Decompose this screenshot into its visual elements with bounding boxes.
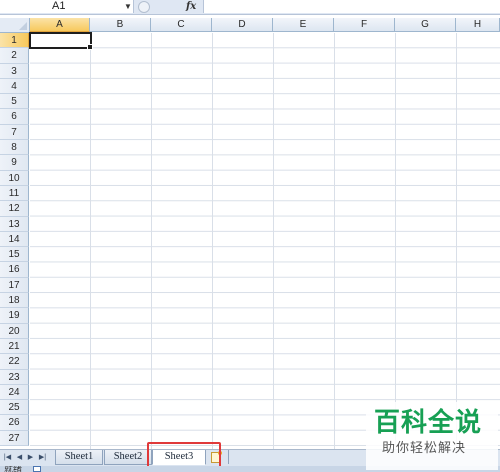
- prev-sheet-icon[interactable]: ◀: [15, 453, 24, 462]
- row-headers: 1 2 3 4 5 6 7 8 9 10 11 12 13 14 15 16 17 18 19 20 21 22 23 24 2…: [0, 33, 30, 447]
- column-header-g[interactable]: G: [395, 18, 456, 32]
- name-box[interactable]: A1 ▼: [0, 0, 134, 13]
- row-header-7[interactable]: 7: [0, 124, 29, 141]
- row-header-15[interactable]: 15: [0, 247, 29, 263]
- sheet-tab-sheet2[interactable]: Sheet2: [104, 450, 152, 465]
- row-header-24[interactable]: 24: [0, 384, 29, 401]
- status-ready-text: 就绪: [4, 466, 23, 472]
- row-header-14[interactable]: 14: [0, 231, 29, 248]
- sheet3-highlight-box: [147, 442, 221, 468]
- macro-record-icon[interactable]: [33, 466, 41, 472]
- row-header-11[interactable]: 11: [0, 185, 29, 202]
- select-all-button[interactable]: [0, 18, 30, 33]
- row-header-1[interactable]: 1: [0, 33, 29, 49]
- sheet-tab-sheet1[interactable]: Sheet1: [55, 450, 103, 465]
- row-header-2[interactable]: 2: [0, 48, 29, 64]
- row-header-12[interactable]: 12: [0, 201, 29, 217]
- row-header-22[interactable]: 22: [0, 354, 29, 370]
- row-header-6[interactable]: 6: [0, 109, 29, 125]
- chevron-down-icon[interactable]: ▼: [124, 0, 132, 13]
- row-header-17[interactable]: 17: [0, 277, 29, 294]
- row-header-8[interactable]: 8: [0, 140, 29, 156]
- row-header-16[interactable]: 16: [0, 262, 29, 278]
- active-cell-a1[interactable]: [29, 32, 92, 49]
- column-header-d[interactable]: D: [212, 18, 273, 32]
- watermark-logo: 百科全说 助你轻松解决: [366, 402, 498, 470]
- row-header-26[interactable]: 26: [0, 415, 29, 431]
- first-sheet-icon[interactable]: |◀: [3, 453, 12, 462]
- row-header-25[interactable]: 25: [0, 400, 29, 416]
- formula-bar: A1 ▼ fx: [0, 0, 500, 15]
- fill-handle[interactable]: [87, 44, 93, 50]
- row-header-3[interactable]: 3: [0, 63, 29, 79]
- row-header-9[interactable]: 9: [0, 155, 29, 171]
- column-header-e[interactable]: E: [273, 18, 334, 32]
- row-header-20[interactable]: 20: [0, 323, 29, 339]
- column-header-a[interactable]: A: [30, 18, 90, 32]
- row-header-21[interactable]: 21: [0, 338, 29, 355]
- row-header-4[interactable]: 4: [0, 78, 29, 95]
- row-header-23[interactable]: 23: [0, 369, 29, 385]
- row-header-5[interactable]: 5: [0, 94, 29, 110]
- column-header-f[interactable]: F: [334, 18, 395, 32]
- column-header-c[interactable]: C: [151, 18, 212, 32]
- next-sheet-icon[interactable]: ▶: [26, 453, 35, 462]
- worksheet-grid: ABCDEFGH 1 2 3 4 5 6 7 8 9 10 11 12 13 14 15 16 17 18 19 20…: [0, 15, 500, 449]
- row-header-10[interactable]: 10: [0, 170, 29, 186]
- row-header-13[interactable]: 13: [0, 216, 29, 232]
- name-box-value: A1: [52, 0, 66, 12]
- insert-function-icon[interactable]: fx: [186, 0, 196, 13]
- last-sheet-icon[interactable]: ▶|: [38, 453, 47, 462]
- watermark-subtitle: 助你轻松解决: [382, 441, 467, 456]
- column-headers: ABCDEFGH: [30, 18, 500, 33]
- formula-input[interactable]: [203, 0, 500, 13]
- column-header-h[interactable]: H: [456, 18, 500, 32]
- formula-divider-handle[interactable]: [138, 1, 150, 13]
- select-all-triangle-icon: [19, 22, 27, 30]
- row-header-27[interactable]: 27: [0, 430, 29, 447]
- watermark-title: 百科全说: [374, 408, 483, 438]
- column-header-b[interactable]: B: [90, 18, 151, 32]
- row-header-18[interactable]: 18: [0, 293, 29, 309]
- row-header-19[interactable]: 19: [0, 308, 29, 324]
- cell-area[interactable]: [30, 33, 500, 449]
